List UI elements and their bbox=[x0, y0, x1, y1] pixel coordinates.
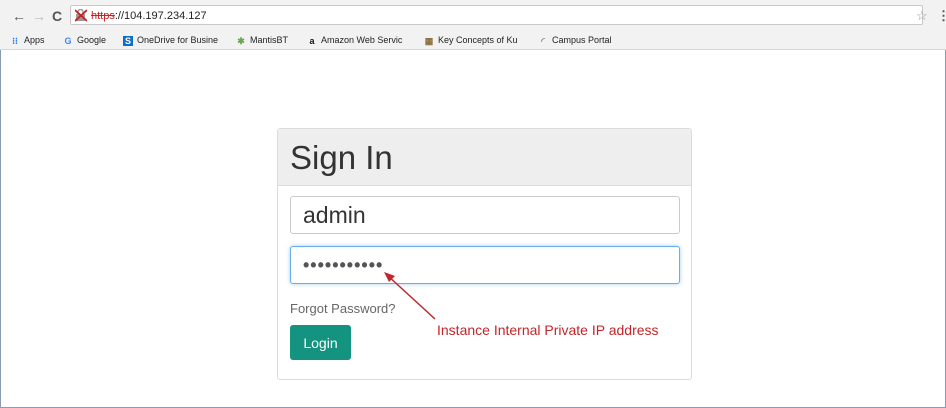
back-button[interactable]: ← bbox=[12, 8, 26, 24]
bookmark-label: Google bbox=[77, 35, 107, 45]
onedrive-icon: S bbox=[123, 35, 133, 46]
bookmark-label: Amazon Web Servic bbox=[321, 35, 403, 45]
login-button[interactable]: Login bbox=[290, 325, 351, 360]
annotation-arrow bbox=[384, 272, 436, 320]
bookmark-google[interactable]: G Google bbox=[63, 32, 106, 49]
bookmark-kubernetes[interactable]: ▦ Key Concepts of Ku bbox=[424, 32, 518, 49]
signin-panel: Sign In Forgot Password? Login bbox=[277, 128, 692, 380]
loading-icon: ◜ bbox=[541, 35, 545, 46]
mantis-icon: ✱ bbox=[237, 35, 245, 46]
amazon-icon: a bbox=[309, 35, 315, 46]
bookmark-label: Key Concepts of Ku bbox=[438, 35, 518, 45]
forward-button[interactable]: → bbox=[32, 8, 46, 24]
address-bar[interactable]: https://104.197.234.127 bbox=[70, 5, 923, 25]
annotation-label: Instance Internal Private IP address bbox=[437, 322, 659, 338]
google-icon: G bbox=[64, 35, 72, 46]
apps-grid-icon: ⁝⁝ bbox=[12, 35, 18, 46]
url-scheme: https bbox=[91, 10, 115, 22]
signin-panel-header: Sign In bbox=[278, 129, 691, 186]
reload-button[interactable]: C bbox=[52, 8, 62, 24]
password-field[interactable] bbox=[290, 246, 680, 284]
browser-menu-icon[interactable]: ⋮ bbox=[937, 8, 946, 24]
bookmark-label: MantisBT bbox=[250, 35, 289, 45]
page-title: Sign In bbox=[290, 139, 393, 176]
bookmark-aws[interactable]: a Amazon Web Servic bbox=[307, 32, 402, 49]
username-field[interactable] bbox=[290, 196, 680, 234]
bookmark-campus-portal[interactable]: ◜ Campus Portal bbox=[538, 32, 612, 49]
broken-lock-icon bbox=[75, 9, 87, 22]
bookmarks-bar: ⁝⁝ Apps G Google S OneDrive for Busine ✱… bbox=[0, 32, 946, 50]
bookmark-label: Apps bbox=[24, 35, 45, 45]
bookmark-apps[interactable]: ⁝⁝ Apps bbox=[10, 32, 45, 49]
book-icon: ▦ bbox=[424, 35, 434, 46]
bookmark-mantisbt[interactable]: ✱ MantisBT bbox=[236, 32, 288, 49]
bookmark-label: Campus Portal bbox=[552, 35, 612, 45]
browser-toolbar: ← → C https://104.197.234.127 ☆ ⋮ bbox=[0, 0, 946, 32]
bookmark-label: OneDrive for Busine bbox=[137, 35, 219, 45]
url-host: ://104.197.234.127 bbox=[114, 10, 207, 22]
bookmark-star-icon[interactable]: ☆ bbox=[916, 8, 928, 24]
bookmark-onedrive[interactable]: S OneDrive for Busine bbox=[123, 32, 218, 49]
